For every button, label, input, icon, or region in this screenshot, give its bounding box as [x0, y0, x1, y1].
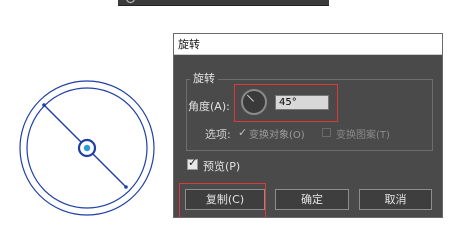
transform-patterns-checkbox[interactable] — [322, 128, 331, 137]
transform-patterns-label: 变换图案(T) — [336, 130, 390, 141]
rotate-dialog: 旋转 旋转 角度(A): 45° 选项: ✓ 变换对象(O) 变换图案(T) ✓… — [173, 33, 443, 218]
line-endpoint-start — [42, 103, 46, 107]
ok-button[interactable]: 确定 — [275, 189, 349, 210]
line-endpoint-end — [124, 185, 128, 189]
angle-highlight-box — [234, 84, 338, 122]
angle-label: 角度(A): — [188, 100, 230, 113]
copy-highlight-box — [179, 183, 266, 217]
cancel-button[interactable]: 取消 — [359, 189, 432, 210]
artwork-canvas — [19, 80, 155, 216]
options-label: 选项: — [205, 128, 231, 141]
rotation-center-dot — [83, 144, 91, 152]
preview-label: 预览(P) — [203, 160, 241, 173]
preview-check-icon: ✓ — [188, 156, 198, 169]
group-title: 旋转 — [190, 70, 218, 86]
transform-objects-label: 变换对象(O) — [249, 130, 305, 141]
toolbar-icon — [126, 0, 135, 3]
dialog-titlebar[interactable]: 旋转 — [174, 34, 442, 55]
top-toolbar-strip — [118, 0, 329, 6]
transform-objects-checkbox[interactable]: ✓ — [238, 126, 247, 139]
dialog-title: 旋转 — [178, 38, 200, 51]
